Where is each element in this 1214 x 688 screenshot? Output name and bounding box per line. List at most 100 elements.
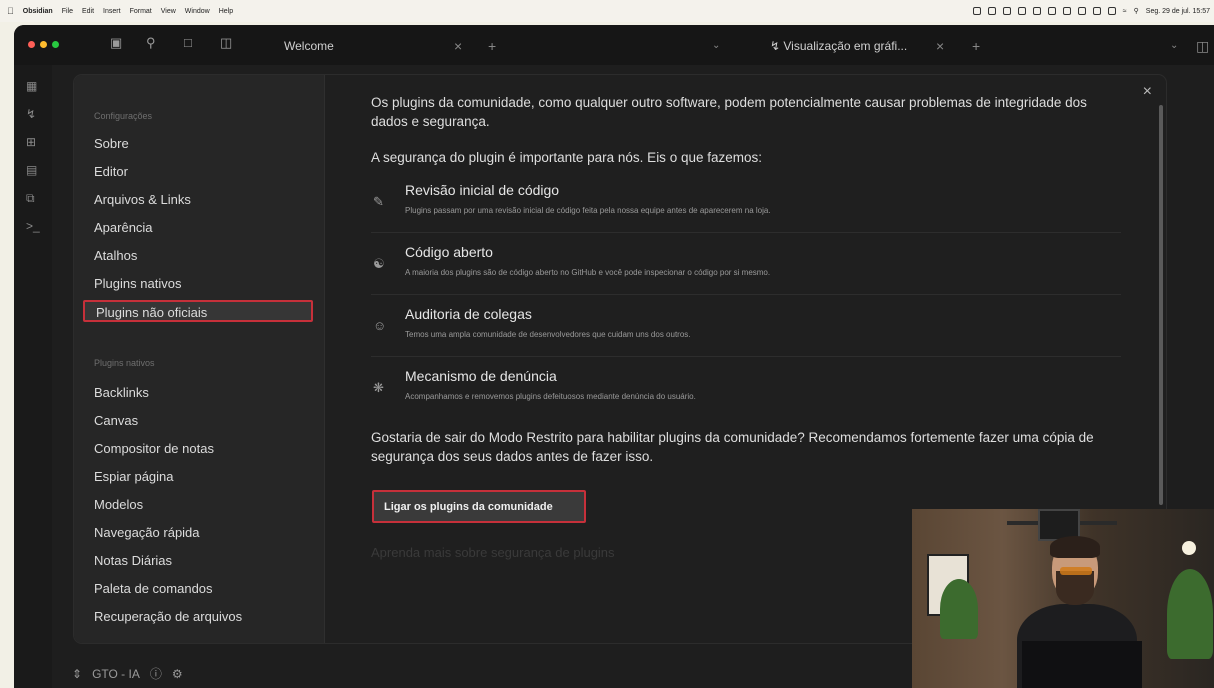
macos-menubar:  Obsidian File Edit Insert Format View … xyxy=(0,0,1214,22)
feature-desc: Temos uma ampla comunidade de desenvolve… xyxy=(405,330,691,339)
feature-code-review: ✎ Revisão inicial de código Plugins pass… xyxy=(371,170,1121,233)
feature-desc: A maioria dos plugins são de código aber… xyxy=(405,268,771,277)
sidebar-item-note-composer[interactable]: Compositor de notas xyxy=(94,441,214,456)
clock-text[interactable]: Seg. 29 de jul. 15:57 xyxy=(1146,8,1210,15)
menu-help[interactable]: Help xyxy=(219,8,233,15)
gear-icon[interactable]: ⚙ xyxy=(172,667,183,681)
copy-icon[interactable]: ⧉ xyxy=(26,191,35,206)
sidebar-item-appearance[interactable]: Aparência xyxy=(94,220,153,235)
sidebar-item-files-links[interactable]: Arquivos & Links xyxy=(94,192,191,207)
sidebar-item-core-plugins[interactable]: Plugins nativos xyxy=(94,276,181,291)
graph-icon[interactable]: ↯ xyxy=(26,107,36,121)
status-icon[interactable] xyxy=(1092,7,1101,15)
code-review-icon: ✎ xyxy=(373,194,384,209)
webcam-person-hair xyxy=(1050,536,1100,558)
canvas-icon[interactable]: ⊞ xyxy=(26,135,36,149)
restricted-mode-question: Gostaria de sair do Modo Restrito para h… xyxy=(371,430,1094,464)
webcam-overlay xyxy=(912,509,1214,688)
feature-open-source: ☯ Código aberto A maioria dos plugins sã… xyxy=(371,232,1121,295)
learn-more-link[interactable]: Aprenda mais sobre segurança de plugins xyxy=(371,545,615,560)
tab-welcome[interactable]: Welcome xyxy=(284,33,334,59)
status-icon[interactable] xyxy=(1077,7,1086,15)
sidebar-item-community-plugins[interactable]: Plugins não oficiais xyxy=(83,300,313,322)
feature-report-mechanism: ❋ Mecanismo de denúncia Acompanhamos e r… xyxy=(371,356,1121,418)
sidebar-item-backlinks[interactable]: Backlinks xyxy=(94,385,149,400)
menu-window[interactable]: Window xyxy=(185,8,210,15)
menu-format[interactable]: Format xyxy=(130,8,152,15)
sidebar-item-file-recovery[interactable]: Recuperação de arquivos xyxy=(94,609,242,624)
feature-desc: Acompanhamos e removemos plugins defeitu… xyxy=(405,392,696,401)
sidebar-item-canvas[interactable]: Canvas xyxy=(94,413,138,428)
feature-title: Mecanismo de denúncia xyxy=(405,368,557,384)
search-icon[interactable]: ⚲ xyxy=(1134,7,1139,15)
vault-name[interactable]: GTO - IA xyxy=(92,667,140,681)
scrollbar[interactable] xyxy=(1159,105,1163,505)
search-icon[interactable]: ⚲ xyxy=(146,35,156,51)
webcam-person-beard xyxy=(1056,571,1094,605)
status-icon[interactable] xyxy=(1107,7,1116,15)
github-icon: ☯ xyxy=(373,256,385,271)
status-icon[interactable] xyxy=(1062,7,1071,15)
status-icon[interactable] xyxy=(1032,7,1041,15)
help-icon[interactable]: ⓘ xyxy=(150,665,162,682)
sidebar-item-hotkeys[interactable]: Atalhos xyxy=(94,248,137,263)
calendar-icon[interactable]: ▤ xyxy=(26,163,37,177)
sidebar-item-templates[interactable]: Modelos xyxy=(94,497,143,512)
intro-text: Os plugins da comunidade, como qualquer … xyxy=(371,95,1087,129)
feature-peer-audit: ☺ Auditoria de colegas Temos uma ampla c… xyxy=(371,294,1121,357)
status-icon[interactable] xyxy=(1017,7,1026,15)
sidebar-heading-settings: Configurações xyxy=(94,111,153,121)
turn-on-community-plugins-button[interactable]: Ligar os plugins da comunidade xyxy=(372,490,586,523)
new-tab-icon[interactable]: + xyxy=(488,33,496,59)
terminal-icon[interactable]: >_ xyxy=(26,219,40,233)
webcam-laptop xyxy=(1022,641,1142,688)
graph-icon: ↯ xyxy=(770,39,784,53)
bug-icon: ❋ xyxy=(373,380,384,395)
chevron-down-icon[interactable]: ⌄ xyxy=(1170,33,1178,59)
chevron-down-icon[interactable]: ⌄ xyxy=(712,33,720,59)
menu-view[interactable]: View xyxy=(161,8,176,15)
close-icon[interactable]: × xyxy=(936,33,944,59)
menu-app[interactable]: Obsidian xyxy=(23,8,53,15)
webcam-person-glasses xyxy=(1060,567,1092,575)
webcam-plant xyxy=(940,579,978,639)
minimize-window-button[interactable] xyxy=(40,41,47,48)
menu-insert[interactable]: Insert xyxy=(103,8,121,15)
zoom-window-button[interactable] xyxy=(52,41,59,48)
status-icon[interactable] xyxy=(972,7,981,15)
security-subheading: A segurança do plugin é importante para … xyxy=(371,150,762,165)
webcam-plant xyxy=(1167,569,1213,659)
settings-sidebar: Configurações Sobre Editor Arquivos & Li… xyxy=(74,75,325,643)
status-icon[interactable] xyxy=(1047,7,1056,15)
tab-graph-view[interactable]: ↯ Visualização em gráfi... xyxy=(770,33,907,59)
status-area: ≈ ⚲ Seg. 29 de jul. 15:57 xyxy=(972,0,1210,22)
tab-graph-view-label: Visualização em gráfi... xyxy=(783,39,908,53)
close-window-button[interactable] xyxy=(28,41,35,48)
vault-switcher[interactable]: ⇕ GTO - IA ⓘ ⚙ xyxy=(72,665,183,682)
sidebar-item-command-palette[interactable]: Paleta de comandos xyxy=(94,581,213,596)
feature-desc: Plugins passam por uma revisão inicial d… xyxy=(405,206,771,215)
bookmark-icon[interactable]: □ xyxy=(184,35,192,50)
sidebar-item-editor[interactable]: Editor xyxy=(94,164,128,179)
sidebar-item-quick-switcher[interactable]: Navegação rápida xyxy=(94,525,200,540)
status-icon[interactable] xyxy=(1002,7,1011,15)
folder-icon[interactable]: ▣ xyxy=(110,35,122,51)
vault-chevron-icon: ⇕ xyxy=(72,666,83,681)
users-icon: ☺ xyxy=(373,318,387,333)
close-icon[interactable]: × xyxy=(1143,83,1152,101)
menu-file[interactable]: File xyxy=(62,8,73,15)
wifi-icon[interactable]: ≈ xyxy=(1123,8,1127,15)
sidebar-toggle-icon[interactable]: ◫ xyxy=(220,35,232,51)
new-tab-icon[interactable]: + xyxy=(972,33,980,59)
sidebar-item-about[interactable]: Sobre xyxy=(94,136,129,151)
sidebar-item-daily-notes[interactable]: Notas Diárias xyxy=(94,553,172,568)
file-icon[interactable]: ▦ xyxy=(26,79,37,93)
feature-title: Revisão inicial de código xyxy=(405,182,560,198)
apple-icon[interactable]:  xyxy=(7,6,14,16)
sidebar-heading-core-plugins: Plugins nativos xyxy=(94,358,155,368)
sidebar-item-page-preview[interactable]: Espiar página xyxy=(94,469,174,484)
sidebar-right-icon[interactable]: ◫ xyxy=(1196,33,1209,59)
status-icon[interactable] xyxy=(987,7,996,15)
menu-edit[interactable]: Edit xyxy=(82,8,94,15)
close-icon[interactable]: × xyxy=(454,33,462,59)
